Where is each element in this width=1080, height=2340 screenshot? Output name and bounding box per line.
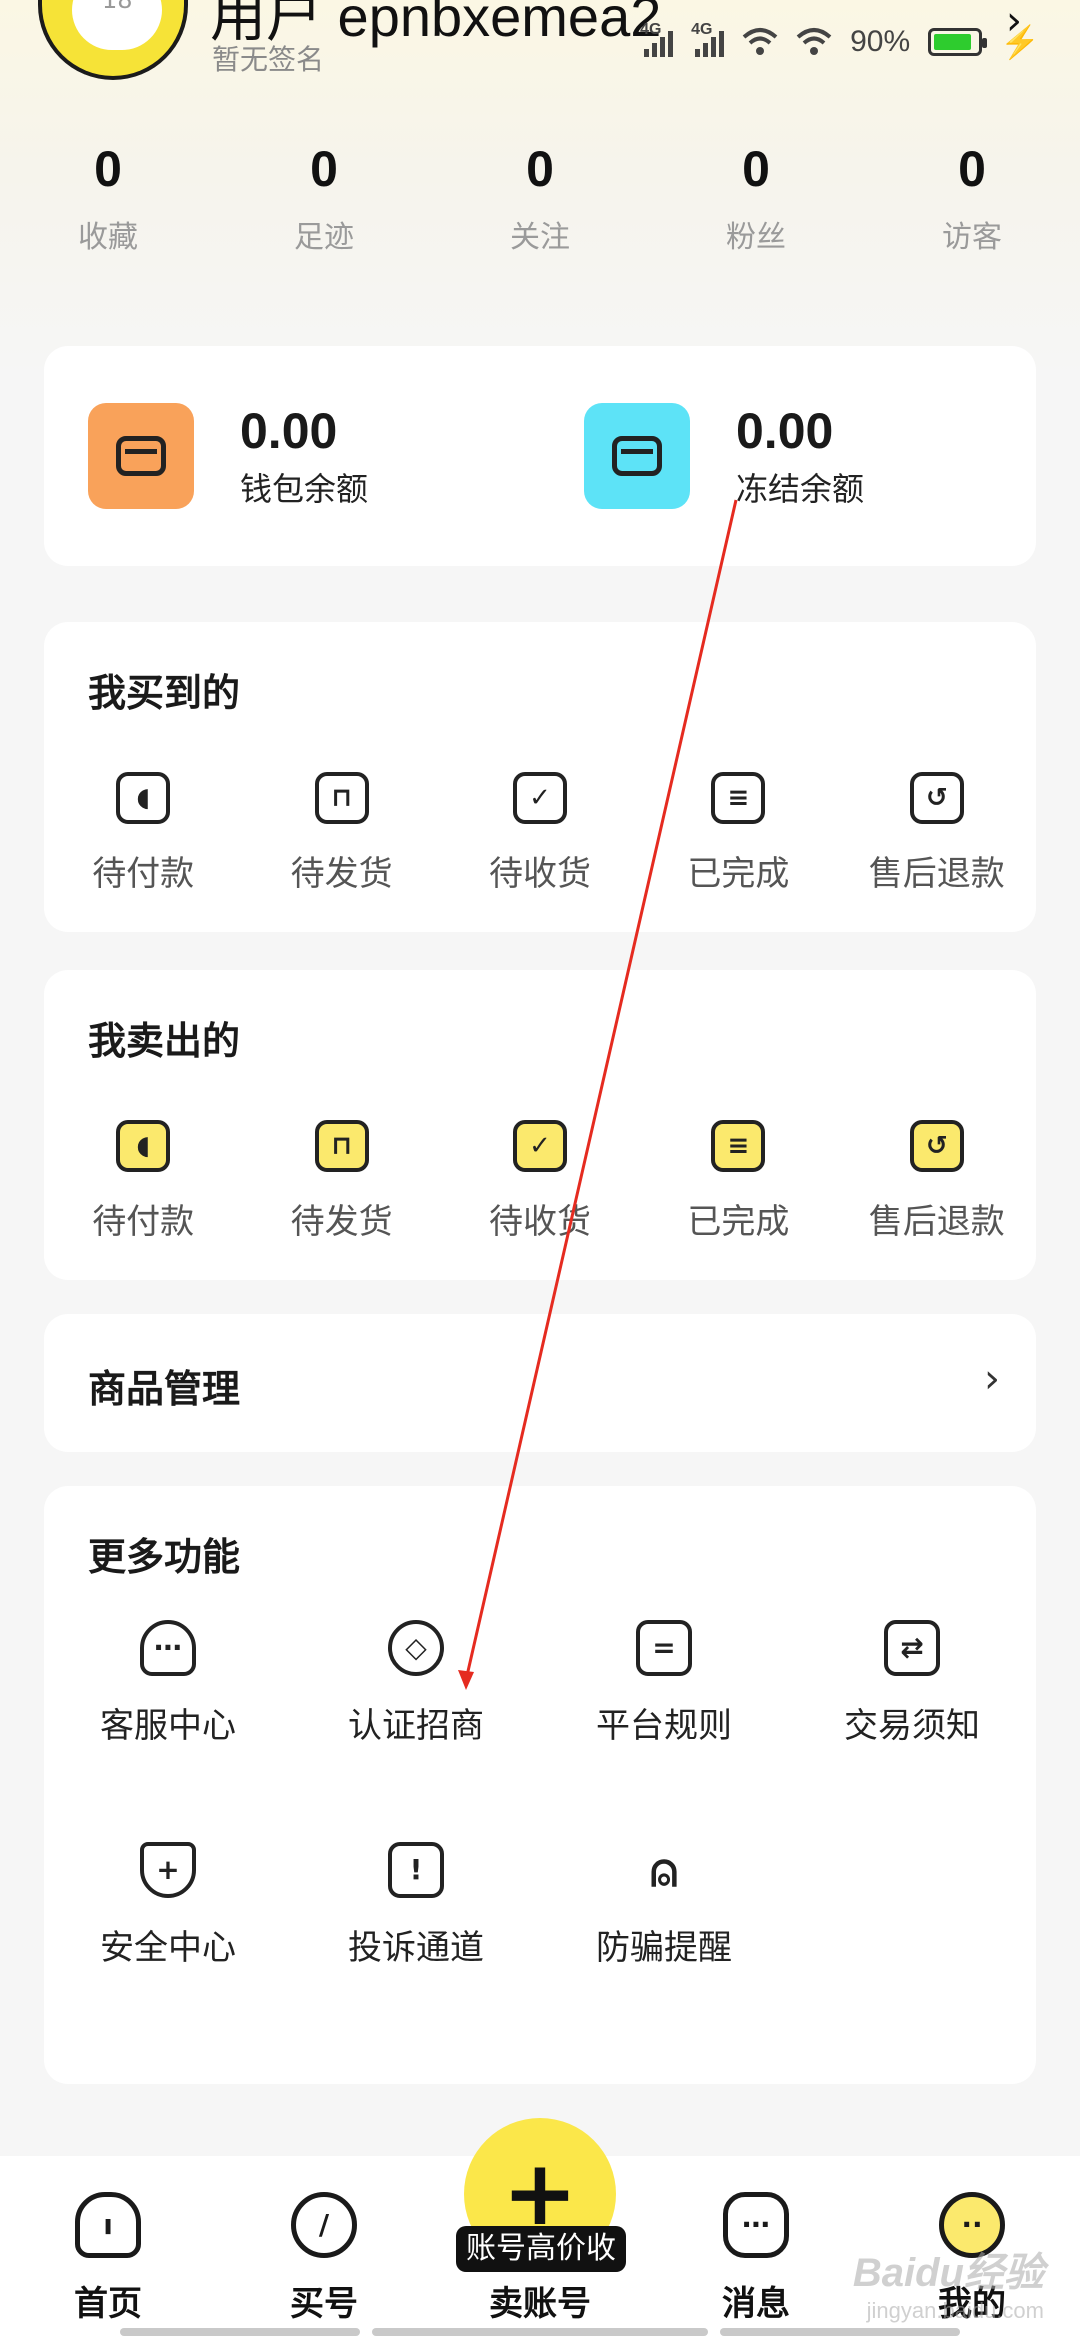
wifi-icon <box>742 28 778 55</box>
home-icon: ı <box>75 2192 141 2258</box>
bought-pending-payment[interactable]: ◖ 待付款 <box>44 772 242 895</box>
battery-percent: 90% <box>850 25 911 58</box>
stat-history[interactable]: 0 足迹 <box>216 140 432 256</box>
signature[interactable]: 暂无签名 <box>212 38 324 78</box>
wallet-icon <box>88 403 194 509</box>
document-icon: = <box>636 1620 692 1676</box>
sold-pending-receipt[interactable]: ✓ 待收货 <box>441 1120 639 1243</box>
swap-icon: ⇄ <box>884 1620 940 1676</box>
shield-icon: + <box>140 1842 196 1898</box>
message-icon: ⋯ <box>723 2192 789 2258</box>
sold-pending-shipment[interactable]: ⊓ 待发货 <box>242 1120 440 1243</box>
bought-completed[interactable]: ≡ 已完成 <box>639 772 837 895</box>
wallet-balance-amount: 0.00 <box>240 403 338 459</box>
fraud-alert[interactable]: ⍝ 防骗提醒 <box>540 1842 788 1969</box>
customer-service[interactable]: ⋯ 客服中心 <box>44 1620 292 1747</box>
sold-completed[interactable]: ≡ 已完成 <box>639 1120 837 1243</box>
wallet-card: 0.00 钱包余额 0.00 冻结余额 <box>44 346 1036 566</box>
check-box-icon: ✓ <box>512 772 567 824</box>
security-center[interactable]: + 安全中心 <box>44 1842 292 1969</box>
cell-signal-icon: 4G <box>691 21 725 57</box>
home-indicator <box>372 2328 708 2336</box>
product-management-row[interactable]: 商品管理 › <box>44 1314 1036 1452</box>
alert-icon: ! <box>388 1842 444 1898</box>
watermark: Baidu经验 jingyan.baidu.com <box>852 2251 1044 2323</box>
bought-refund[interactable]: ↺ 售后退款 <box>838 772 1036 895</box>
cell-signal-icon: 4G <box>640 21 674 57</box>
avatar-badge: 18 <box>102 0 133 14</box>
home-indicator <box>120 2328 360 2336</box>
wallet-icon: ◖ <box>116 1120 171 1172</box>
complaint-channel[interactable]: ! 投诉通道 <box>292 1842 540 1969</box>
bought-title: 我买到的 <box>88 671 241 715</box>
product-management-title: 商品管理 <box>88 1367 241 1411</box>
nav-buy[interactable]: / 买号 <box>244 2192 404 2325</box>
sold-title: 我卖出的 <box>88 1019 241 1063</box>
bought-pending-shipment[interactable]: ⊓ 待发货 <box>242 772 440 895</box>
stat-favorites[interactable]: 0 收藏 <box>0 140 216 256</box>
platform-rules[interactable]: = 平台规则 <box>540 1620 788 1747</box>
wifi-icon <box>796 28 832 55</box>
certification[interactable]: ◇ 认证招商 <box>292 1620 540 1747</box>
profile-stats: 0 收藏 0 足迹 0 关注 0 粉丝 0 访客 <box>0 140 1080 256</box>
undo-icon: ↺ <box>909 772 964 824</box>
bought-orders-card: 我买到的 ◖ 待付款 ⊓ 待发货 ✓ 待收货 ≡ 已完成 ↺ 售后退款 <box>44 622 1036 932</box>
frozen-balance-amount: 0.00 <box>736 403 834 459</box>
charging-icon: ⚡ <box>1000 24 1040 60</box>
package-icon: ⊓ <box>314 1120 369 1172</box>
stat-fans[interactable]: 0 粉丝 <box>648 140 864 256</box>
chat-bubble-icon: ≡ <box>711 772 766 824</box>
sold-refund[interactable]: ↺ 售后退款 <box>838 1120 1036 1243</box>
frozen-balance-label: 冻结余额 <box>736 470 865 508</box>
battery-icon <box>928 28 988 56</box>
package-icon: ⊓ <box>314 772 369 824</box>
frozen-balance[interactable]: 0.00 冻结余额 <box>584 402 864 510</box>
home-indicator <box>720 2328 960 2336</box>
nav-home[interactable]: ı 首页 <box>28 2192 188 2325</box>
stat-following[interactable]: 0 关注 <box>432 140 648 256</box>
alarm-icon: ⍝ <box>650 1843 678 1897</box>
fab-tag: 账号高价收 <box>456 2226 626 2272</box>
status-bar: 4G 4G 90% ⚡ <box>640 20 1040 64</box>
chevron-right-icon: › <box>984 1356 1000 1402</box>
check-box-icon: ✓ <box>512 1120 567 1172</box>
wallet-balance-label: 钱包余额 <box>240 470 369 508</box>
more-title: 更多功能 <box>88 1535 241 1579</box>
chat-bubble-icon: ≡ <box>711 1120 766 1172</box>
headset-icon: ⋯ <box>140 1620 196 1676</box>
sold-pending-payment[interactable]: ◖ 待付款 <box>44 1120 242 1243</box>
compass-icon: / <box>291 2192 357 2258</box>
bought-pending-receipt[interactable]: ✓ 待收货 <box>441 772 639 895</box>
more-features-card: 更多功能 ⋯ 客服中心 ◇ 认证招商 = 平台规则 ⇄ 交易须知 + 安全中心 … <box>44 1486 1036 2084</box>
wallet-balance[interactable]: 0.00 钱包余额 <box>88 402 368 510</box>
undo-icon: ↺ <box>909 1120 964 1172</box>
nav-messages[interactable]: ⋯ 消息 <box>676 2192 836 2325</box>
trading-notice[interactable]: ⇄ 交易须知 <box>788 1620 1036 1747</box>
frozen-wallet-icon <box>584 403 690 509</box>
diamond-icon: ◇ <box>388 1620 444 1676</box>
stat-visitors[interactable]: 0 访客 <box>864 140 1080 256</box>
sold-orders-card: 我卖出的 ◖ 待付款 ⊓ 待发货 ✓ 待收货 ≡ 已完成 ↺ 售后退款 <box>44 970 1036 1280</box>
wallet-icon: ◖ <box>116 772 171 824</box>
